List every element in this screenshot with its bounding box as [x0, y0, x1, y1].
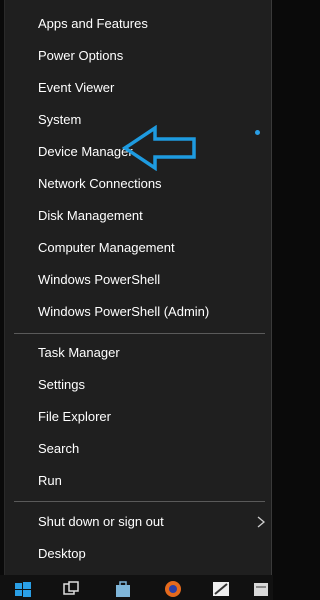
task-view-icon[interactable]	[62, 580, 80, 598]
menu-item-run[interactable]: Run	[38, 467, 268, 495]
left-arrow-annotation	[122, 125, 196, 171]
menu-item-event-viewer[interactable]: Event Viewer	[38, 74, 268, 102]
menu-item-task-manager[interactable]: Task Manager	[38, 339, 268, 367]
winx-context-menu: Apps and Features Power Options Event Vi…	[4, 0, 272, 575]
menu-item-apps-and-features[interactable]: Apps and Features	[38, 10, 268, 38]
menu-separator	[14, 333, 265, 334]
chevron-right-icon	[257, 516, 266, 528]
menu-item-file-explorer[interactable]: File Explorer	[38, 403, 268, 431]
menu-item-computer-management[interactable]: Computer Management	[38, 234, 268, 262]
firefox-icon[interactable]	[164, 580, 182, 598]
menu-item-windows-powershell[interactable]: Windows PowerShell	[38, 266, 268, 294]
menu-item-settings[interactable]: Settings	[38, 371, 268, 399]
menu-item-search[interactable]: Search	[38, 435, 268, 463]
app-icon[interactable]	[252, 580, 270, 598]
app-icon[interactable]	[212, 580, 230, 598]
menu-item-label: Shut down or sign out	[38, 514, 164, 529]
taskbar	[0, 575, 273, 600]
menu-item-disk-management[interactable]: Disk Management	[38, 202, 268, 230]
menu-item-power-options[interactable]: Power Options	[38, 42, 268, 70]
menu-item-desktop[interactable]: Desktop	[38, 540, 268, 568]
windows-logo-icon[interactable]	[14, 580, 32, 598]
indicator-dot	[255, 130, 260, 135]
menu-item-shut-down-or-sign-out[interactable]: Shut down or sign out	[38, 508, 268, 536]
menu-item-network-connections[interactable]: Network Connections	[38, 170, 268, 198]
store-icon[interactable]	[114, 580, 132, 598]
menu-item-windows-powershell-admin[interactable]: Windows PowerShell (Admin)	[38, 298, 268, 326]
menu-separator	[14, 501, 265, 502]
